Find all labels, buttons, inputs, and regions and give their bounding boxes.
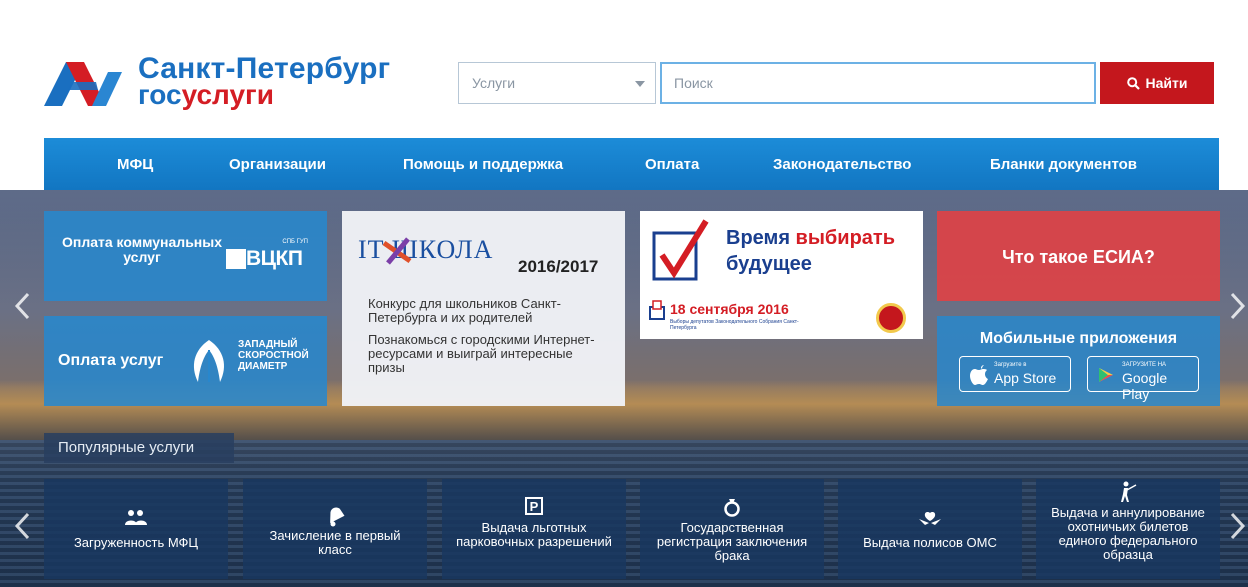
site-logo[interactable]: Санкт-Петербург госуслуги	[44, 52, 404, 112]
hunter-icon	[1121, 481, 1137, 502]
popular-services-heading: Популярные услуги	[44, 433, 234, 463]
nav-item-payment[interactable]: Оплата	[645, 156, 699, 173]
select-value: Услуги	[472, 75, 516, 91]
main-nav: МФЦ Организации Помощь и поддержка Оплат…	[44, 138, 1219, 190]
checkbox-ballot-icon	[652, 219, 709, 281]
apple-icon	[970, 365, 988, 385]
search-icon	[1126, 76, 1140, 90]
apps-title: Мобильные приложения	[979, 330, 1178, 347]
banner-it-school[interactable]: IT ШКОЛА 2016/2017 Конкурс для школьнико…	[342, 211, 625, 406]
google-play-icon	[1099, 368, 1113, 382]
service-label: Выдача льготных парковочных разрешений	[456, 520, 612, 549]
chevron-right-icon[interactable]	[1230, 292, 1246, 320]
service-label: Загруженность МФЦ	[73, 535, 199, 550]
chevron-left-icon[interactable]	[14, 292, 30, 320]
logo-mark-icon	[44, 62, 122, 106]
banner-mobile-apps: Мобильные приложения Загрузите в App Sto…	[937, 316, 1220, 406]
people-icon	[125, 510, 147, 525]
service-label: Выдача и аннулирование охотничьих билето…	[1051, 505, 1205, 562]
zsd-logo-text: ЗАПАДНЫЙ СКОРОСТНОЙ ДИАМЕТР	[238, 339, 309, 372]
it-school-year: 2016/2017	[518, 257, 599, 276]
service-hunting-licenses[interactable]: Выдача и аннулирование охотничьих билето…	[1036, 479, 1220, 579]
ballot-box-icon	[649, 300, 665, 320]
it-school-text: Познакомься с городскими Интернет-ресурс…	[368, 332, 595, 375]
header: Санкт-Петербург госуслуги Услуги Найти М…	[0, 0, 1248, 190]
banner-zsd-payment[interactable]: Оплата услуг ЗАПАДНЫЙ СКОРОСТНОЙ ДИАМЕТР	[44, 316, 327, 406]
chevron-right-icon[interactable]	[1230, 512, 1246, 540]
nav-item-help[interactable]: Помощь и поддержка	[403, 156, 563, 173]
bell-icon	[330, 507, 345, 527]
nav-item-legislation[interactable]: Законодательство	[773, 156, 911, 173]
banner-elections[interactable]: Время выбирать будущее 18 сентября 2016 …	[640, 211, 923, 339]
logo-gosuslugi: госуслуги	[138, 79, 274, 110]
banner-label: Оплата коммунальных услуг	[62, 234, 223, 265]
service-label: Государственная регистрация заключения б…	[656, 520, 808, 563]
search-button[interactable]: Найти	[1100, 62, 1214, 104]
chevron-left-icon[interactable]	[14, 512, 30, 540]
service-first-grade[interactable]: Зачисление в первый класс	[243, 479, 427, 579]
nav-item-organizations[interactable]: Организации	[229, 156, 326, 173]
banner-label: Что такое ЕСИА?	[1002, 247, 1155, 267]
elections-subtext: Выборы депутатов Законодательного Собран…	[670, 319, 799, 331]
service-parking-permits[interactable]: P Выдача льготных парковочных разрешений	[442, 479, 626, 579]
svg-text:P: P	[530, 499, 539, 514]
it-school-logo: IT ШКОЛА	[358, 235, 494, 264]
google-play-button[interactable]: ЗАГРУЗИТЕ НА Google Play	[1087, 356, 1199, 402]
banner-label: Оплата услуг	[58, 352, 164, 369]
search-button-label: Найти	[1145, 75, 1188, 91]
service-mfc-load[interactable]: Загруженность МФЦ	[44, 479, 228, 579]
search-input[interactable]	[660, 62, 1096, 104]
vckp-logo: СПБ ГУП ВЦКП	[226, 239, 312, 273]
parking-icon: P	[525, 497, 543, 515]
chevron-down-icon	[635, 81, 645, 87]
nav-item-mfc[interactable]: МФЦ	[117, 156, 153, 173]
service-category-select[interactable]: Услуги	[458, 62, 656, 104]
it-school-mark-icon	[382, 237, 412, 265]
service-marriage-registration[interactable]: Государственная регистрация заключения б…	[640, 479, 824, 579]
service-label: Выдача полисов ОМС	[863, 535, 997, 550]
hands-icon	[919, 512, 941, 525]
zsd-logo-icon	[193, 340, 225, 382]
elections-title: будущее	[726, 253, 812, 275]
banner-utilities-payment[interactable]: Оплата коммунальных услуг СПБ ГУП ВЦКП	[44, 211, 327, 301]
elections-date: 18 сентября 2016	[670, 301, 789, 317]
election-commission-emblem-icon	[876, 303, 906, 333]
service-label: Зачисление в первый класс	[269, 528, 401, 557]
it-school-text: Конкурс для школьников Санкт-Петербурга …	[368, 296, 561, 325]
rings-icon	[724, 499, 740, 517]
elections-title: Время выбирать	[726, 227, 895, 249]
nav-item-forms[interactable]: Бланки документов	[990, 156, 1137, 173]
banner-esia[interactable]: Что такое ЕСИА?	[937, 211, 1220, 301]
app-store-button[interactable]: Загрузите в App Store	[959, 356, 1071, 392]
service-oms-policies[interactable]: Выдача полисов ОМС	[838, 479, 1022, 579]
